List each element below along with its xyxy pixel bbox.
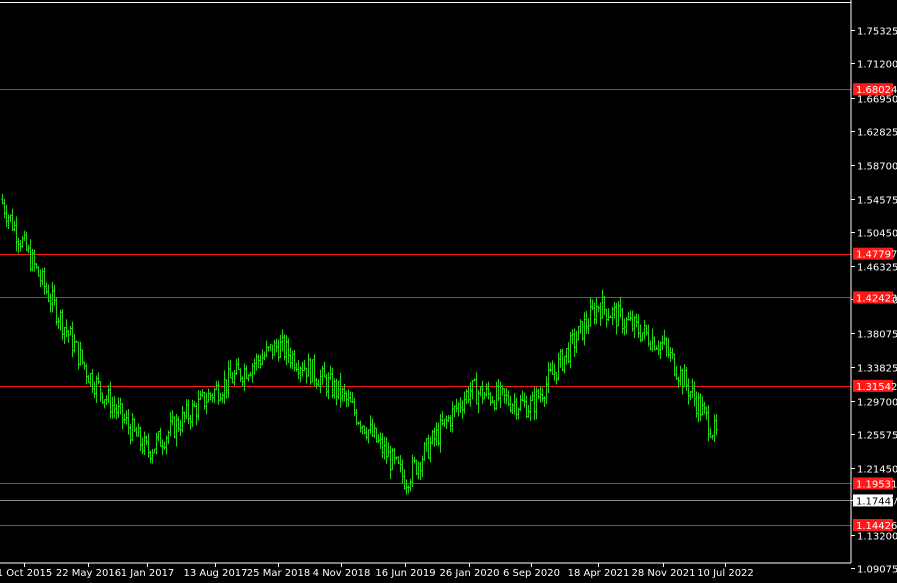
x-tick-label: 26 Jan 2020	[440, 568, 500, 579]
y-tick-label: 1.29700	[857, 398, 897, 409]
level-tag-label: 1.19531	[856, 479, 897, 490]
y-tick-label: 1.46325	[857, 263, 897, 274]
y-tick-label: 1.21450	[857, 465, 897, 476]
y-tick-label: 1.62825	[857, 128, 897, 139]
x-tick-label: 1 Oct 2015	[0, 568, 52, 579]
y-tick-label: 1.50450	[857, 229, 897, 240]
x-tick-label: 16 Jun 2019	[375, 568, 435, 579]
x-tick-label: 10 Jul 2022	[697, 568, 754, 579]
chart-background	[0, 0, 897, 583]
y-tick-label: 1.13200	[857, 532, 897, 543]
x-tick-label: 13 Aug 2017	[183, 568, 247, 579]
price-chart[interactable]: 1.753251.712001.669501.628251.587001.545…	[0, 0, 897, 583]
x-tick-label: 28 Nov 2021	[631, 568, 695, 579]
level-price-tag: 1.31542	[853, 379, 897, 393]
level-price-tag: 1.42423	[853, 291, 897, 304]
y-tick-label: 1.25575	[857, 431, 897, 442]
y-tick-label: 1.71200	[857, 60, 897, 71]
y-tick-label: 1.58700	[857, 162, 897, 173]
x-tick-label: 4 Nov 2018	[313, 568, 371, 579]
level-price-tag: 1.19531	[853, 477, 897, 490]
level-tag-label: 1.47797	[856, 250, 897, 261]
x-tick-label: 1 Jan 2017	[121, 568, 175, 579]
y-tick-label: 1.38075	[857, 330, 897, 341]
y-tick-label: 1.54575	[857, 196, 897, 207]
x-tick-label: 25 Mar 2018	[247, 568, 310, 579]
x-tick-label: 6 Sep 2020	[503, 568, 560, 579]
y-tick-label: 1.33825	[857, 364, 897, 375]
x-tick-label: 22 May 2016	[56, 568, 121, 579]
level-tag-label: 1.31542	[856, 382, 897, 393]
level-tag-label: 1.68024	[856, 85, 897, 96]
level-tag-label: 1.42423	[856, 293, 897, 304]
x-tick-label: 18 Apr 2021	[568, 568, 630, 579]
level-tag-label: 1.14426	[856, 521, 897, 532]
current-tag-label: 1.17447	[856, 496, 897, 507]
level-price-tag: 1.47797	[853, 247, 897, 261]
y-tick-label: 1.75325	[857, 27, 897, 38]
level-price-tag: 1.14426	[853, 518, 897, 532]
level-price-tag: 1.68024	[853, 83, 897, 96]
y-tick-label: 1.09075	[857, 565, 897, 576]
current-price-tag: 1.17447	[853, 494, 897, 507]
